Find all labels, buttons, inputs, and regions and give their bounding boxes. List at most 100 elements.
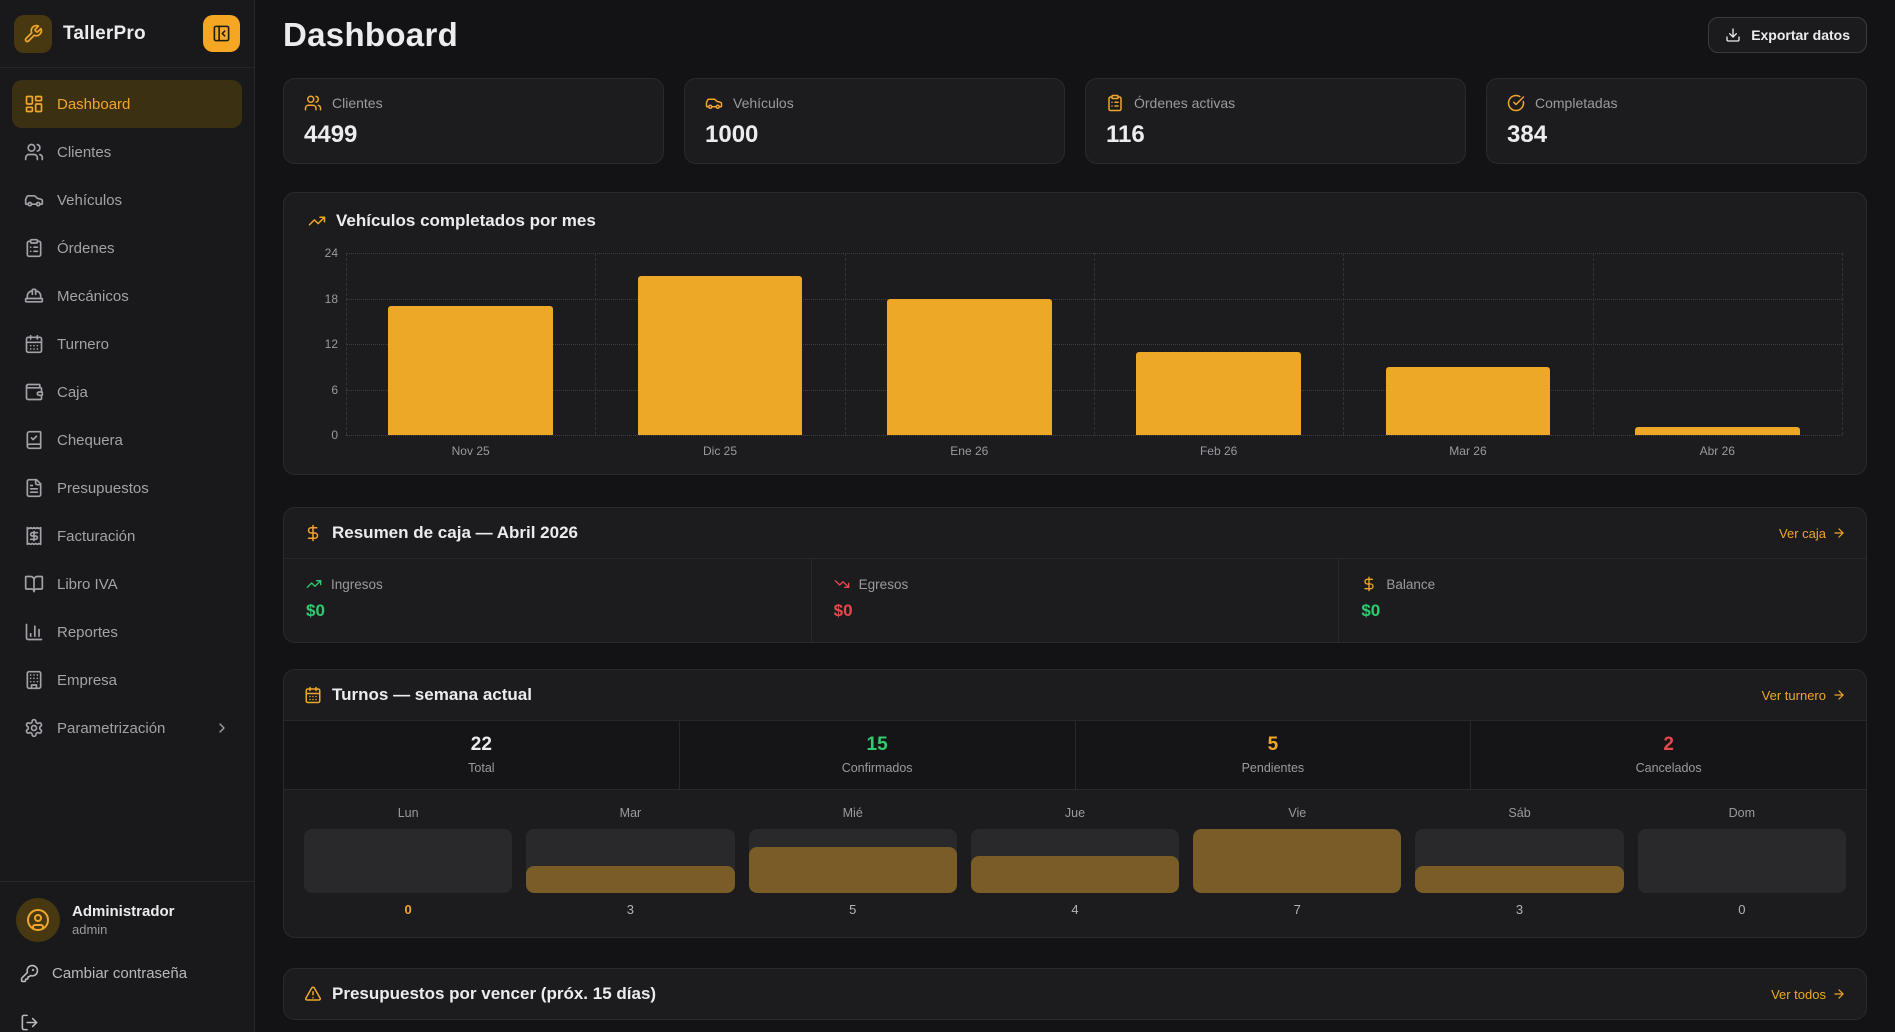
sidebar-item-caja[interactable]: Caja [12,368,242,416]
week-day-lun: Lun0 [304,806,512,917]
stat-label: Órdenes activas [1134,95,1235,111]
sidebar-item-presupuestos[interactable]: Presupuestos [12,464,242,512]
chart-y-axis: 24181260 [308,253,338,435]
turnos-stat-label: Total [284,761,679,775]
week-chart: Lun0Mar3Mié5Jue4Vie7Sáb3Dom0 [284,790,1866,937]
ver-todos-link[interactable]: Ver todos [1771,987,1846,1002]
presupuestos-card: Presupuestos por vencer (próx. 15 días) … [283,968,1867,1020]
week-day-label: Sáb [1415,806,1623,820]
avatar [16,898,60,942]
turnos-stat-value: 2 [1471,734,1866,756]
turnos-stat-pendientes: 5Pendientes [1075,721,1471,789]
ver-caja-link[interactable]: Ver caja [1779,526,1846,541]
change-password-label: Cambiar contraseña [52,965,187,982]
calendar-icon [304,686,322,704]
page-title: Dashboard [283,16,458,54]
week-day-track [749,829,957,893]
sidebar-item-turnero[interactable]: Turnero [12,320,242,368]
y-tick-label: 0 [331,428,338,442]
turnos-stat-confirmados: 15Confirmados [679,721,1075,789]
clipboard-list-icon [1106,94,1124,112]
bar-dic-25 [638,276,803,435]
week-day-jue: Jue4 [971,806,1179,917]
week-day-track [1193,829,1401,893]
circle-user-icon [26,908,50,932]
x-tick-label: Dic 25 [595,444,844,458]
week-day-fill [1193,829,1401,893]
caja-label-text: Egresos [859,577,909,592]
sidebar-item-vehiculos[interactable]: Vehículos [12,176,242,224]
users-icon [304,94,322,112]
presupuestos-header: Presupuestos por vencer (próx. 15 días) … [284,969,1866,1019]
sidebar-nav: Dashboard Clientes VehículosÓrdenesMecánic… [0,68,254,881]
week-day-label: Lun [304,806,512,820]
presupuestos-title: Presupuestos por vencer (próx. 15 días) [332,984,656,1004]
stat-value: 116 [1106,121,1445,149]
sidebar-item-chequera[interactable]: Chequera [12,416,242,464]
week-day-mar: Mar3 [526,806,734,917]
trending-down-icon [834,576,850,592]
stat-card-header: Clientes [304,94,643,112]
caja-header: Resumen de caja — Abril 2026 Ver caja [284,508,1866,559]
week-day-label: Vie [1193,806,1401,820]
week-day-sab: Sáb 3 [1415,806,1623,917]
user-profile[interactable]: Administrador admin [16,898,238,942]
export-button-label: Exportar datos [1751,27,1850,43]
logout-button[interactable] [16,1009,238,1032]
week-day-fill [749,847,957,893]
caja-label-text: Balance [1386,577,1435,592]
sidebar-item-mecanicos[interactable]: Mecánicos [12,272,242,320]
arrow-right-icon [1832,688,1846,702]
sidebar-item-reportes[interactable]: Reportes [12,608,242,656]
bar-mar-26 [1386,367,1551,435]
caja-title-row: Resumen de caja — Abril 2026 [304,523,578,543]
sidebar: TallerPro DashboardClientesVehículosÓrde… [0,0,255,1032]
turnos-stat-total: 22Total [284,721,679,789]
key-icon [20,964,39,983]
sidebar-item-parametrizacion[interactable]: Parametrización [12,704,242,752]
sidebar-collapse-button[interactable] [203,15,240,52]
trending-up-icon [306,576,322,592]
week-day-fill [526,866,734,893]
wrench-icon [23,24,43,44]
alert-triangle-icon [304,985,322,1003]
turnos-stat-label: Confirmados [680,761,1075,775]
y-tick-label: 24 [325,246,338,260]
stat-label: Clientes [332,95,383,111]
turnos-stat-cancelados: 2Cancelados [1470,721,1866,789]
sidebar-item-ordenes[interactable]: Órdenes [12,224,242,272]
gridline-vertical [1842,253,1843,435]
week-day-track [1638,829,1846,893]
sidebar-item-label: Caja [57,384,88,401]
caja-cell-label: Balance [1361,576,1844,592]
chart-band-feb-26 [1094,253,1343,435]
sidebar-item-label: Chequera [57,432,123,449]
layout-dashboard-icon [24,94,44,114]
bar-chart: 24181260 [308,253,1842,435]
sidebar-item-label: Presupuestos [57,480,149,497]
y-tick-label: 6 [331,383,338,397]
stat-label: Vehículos [733,95,794,111]
chart-plot-area [346,253,1842,435]
stat-value: 1000 [705,121,1044,149]
arrow-right-icon [1832,526,1846,540]
sidebar-item-facturacion[interactable]: Facturación [12,512,242,560]
sidebar-item-dashboard[interactable]: Dashboard [12,80,242,128]
week-day-count: 3 [1415,902,1623,917]
week-day-label: Mié [749,806,957,820]
chart-band-mar-26 [1343,253,1592,435]
sidebar-item-label: Empresa [57,672,117,689]
chart-band-ene-26 [845,253,1094,435]
week-day-mie: Mié 5 [749,806,957,917]
sidebar-item-clientes[interactable]: Clientes [12,128,242,176]
caja-label-text: Ingresos [331,577,383,592]
week-day-count: 5 [749,902,957,917]
app-logo [14,15,52,53]
stat-card-completadas: Completadas384 [1486,78,1867,164]
sidebar-item-label: Clientes [57,144,111,161]
change-password-button[interactable]: Cambiar contraseña [16,958,238,989]
export-button[interactable]: Exportar datos [1708,17,1867,53]
sidebar-item-empresa[interactable]: Empresa [12,656,242,704]
ver-turnero-link[interactable]: Ver turnero [1762,688,1846,703]
sidebar-item-libro-iva[interactable]: Libro IVA [12,560,242,608]
